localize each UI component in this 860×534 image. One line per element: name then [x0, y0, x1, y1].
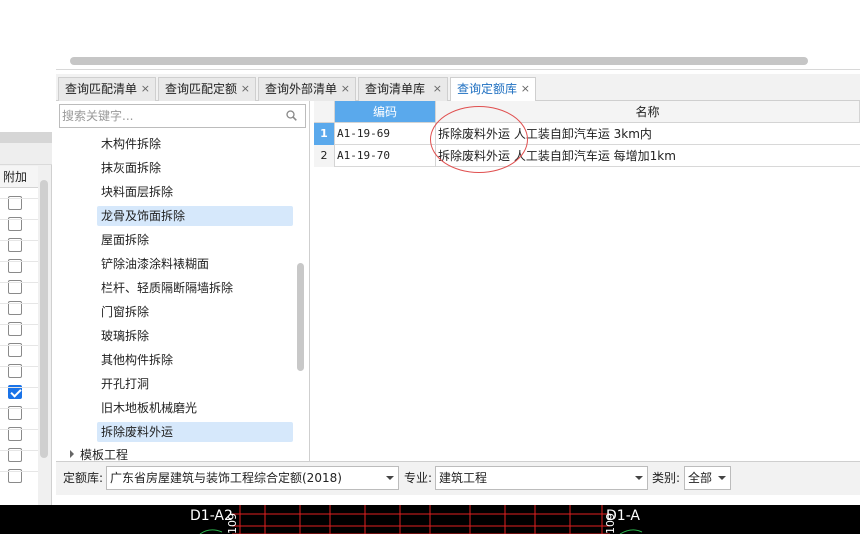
row-divider: [0, 387, 38, 388]
library-select[interactable]: 广东省房屋建筑与装饰工程综合定额(2018): [106, 466, 399, 490]
search-input[interactable]: [62, 107, 280, 125]
row-divider: [0, 408, 38, 409]
cad-green-arc-left: [199, 529, 223, 534]
row-code-cell[interactable]: A1-19-69: [335, 123, 436, 145]
chevron-down-icon: [386, 476, 394, 480]
left-vertical-scrollbar[interactable]: [40, 180, 48, 458]
category-select[interactable]: 全部: [684, 466, 731, 490]
tree-item[interactable]: 屋面拆除: [97, 230, 293, 250]
row-divider: [0, 282, 38, 283]
close-icon[interactable]: ×: [521, 78, 530, 100]
tab-query-matched-bill[interactable]: 查询匹配清单 ×: [58, 77, 156, 101]
close-icon[interactable]: ×: [341, 78, 350, 100]
row-divider: [0, 303, 38, 304]
search-box: [59, 104, 306, 128]
upper-horizontal-scrollbar[interactable]: [70, 57, 808, 65]
table-row[interactable]: 2 A1-19-70 拆除废料外运 人工装自卸汽车运 每增加1km: [314, 145, 860, 167]
left-divider-band: [0, 132, 52, 143]
row-divider: [0, 261, 38, 262]
left-upper-area: [0, 0, 52, 132]
row-divider: [0, 450, 38, 451]
attach-checkbox-column: [0, 188, 38, 505]
close-icon[interactable]: ×: [141, 78, 150, 100]
tab-query-matched-quota[interactable]: 查询匹配定额 ×: [158, 77, 256, 101]
cad-drawing-area[interactable]: D1-A2 D1-A 109 109: [0, 505, 860, 534]
tree-item[interactable]: 旧木地板机械磨光: [97, 398, 293, 418]
row-divider: [0, 429, 38, 430]
cad-green-arc-right: [619, 529, 643, 534]
tab-label: 查询清单库: [365, 82, 426, 96]
search-icon[interactable]: [286, 110, 297, 121]
category-label: 类别:: [652, 471, 681, 485]
specialty-select[interactable]: 建筑工程: [435, 466, 648, 490]
cad-red-grid: [232, 505, 610, 534]
quota-results-grid: 编码 名称 1 A1-19-69 拆除废料外运 人工装自卸汽车运 3km内 2 …: [314, 101, 860, 461]
tab-query-external-bill[interactable]: 查询外部清单 ×: [258, 77, 356, 101]
chevron-down-icon: [635, 476, 643, 480]
library-select-value: 广东省房屋建筑与装饰工程综合定额(2018): [110, 471, 342, 485]
tree-item[interactable]: 拆除废料外运: [97, 422, 293, 442]
close-icon[interactable]: ×: [241, 78, 250, 100]
row-code-cell[interactable]: A1-19-70: [335, 145, 436, 167]
tree-item[interactable]: 门窗拆除: [97, 302, 293, 322]
row-number: 2: [314, 145, 335, 167]
tab-query-quota-library[interactable]: 查询定额库 ×: [450, 77, 536, 102]
tab-label: 查询匹配清单: [65, 82, 138, 96]
specialty-label: 专业:: [404, 471, 433, 485]
library-label: 定额库:: [63, 471, 104, 485]
expand-arrow-icon[interactable]: [70, 450, 74, 458]
specialty-select-value: 建筑工程: [439, 471, 488, 485]
row-divider: [0, 471, 38, 472]
tree-item[interactable]: 抹灰面拆除: [97, 158, 293, 178]
tab-label: 查询定额库: [457, 82, 518, 96]
cad-vertical-label-right: 109: [604, 513, 617, 534]
attach-column-header: 附加: [0, 166, 38, 188]
category-select-value: 全部: [688, 471, 713, 485]
tree-item[interactable]: 开孔打洞: [97, 374, 293, 394]
query-tab-bar: 查询匹配清单 × 查询匹配定额 × 查询外部清单 × 查询清单库 × 查询定额库…: [56, 74, 860, 102]
red-annotation-ellipse: [430, 106, 528, 173]
tree-vertical-scrollbar[interactable]: [297, 263, 304, 371]
cad-vertical-label-left: 109: [226, 513, 239, 534]
cad-drawing: D1-A2 D1-A 109 109: [190, 505, 643, 534]
chevron-down-icon: [718, 476, 726, 480]
row-divider: [0, 324, 38, 325]
grid-corner-header: [314, 101, 335, 123]
tree-item[interactable]: 其他构件拆除: [97, 350, 293, 370]
left-toolbar-band: [0, 143, 52, 165]
row-divider: [0, 345, 38, 346]
row-divider: [0, 366, 38, 367]
tree-item[interactable]: 块料面层拆除: [97, 182, 293, 202]
close-icon[interactable]: ×: [433, 78, 442, 100]
tab-query-bill-library[interactable]: 查询清单库 ×: [358, 77, 448, 101]
tree-item[interactable]: 龙骨及饰面拆除: [97, 206, 293, 226]
tree-item[interactable]: 玻璃拆除: [97, 326, 293, 346]
tab-label: 查询匹配定额: [165, 82, 238, 96]
table-row[interactable]: 1 A1-19-69 拆除废料外运 人工装自卸汽车运 3km内: [314, 123, 860, 145]
tree-node-label: 模板工程: [80, 448, 129, 462]
tab-label: 查询外部清单: [265, 82, 338, 96]
row-divider: [0, 219, 38, 220]
tree-item[interactable]: 铲除油漆涂料裱糊面: [97, 254, 293, 274]
row-divider: [0, 198, 38, 199]
row-number: 1: [314, 123, 335, 145]
row-divider: [0, 240, 38, 241]
column-header-code[interactable]: 编码: [335, 101, 436, 123]
tree-item[interactable]: 木构件拆除: [97, 134, 293, 154]
tree-item[interactable]: 栏杆、轻质隔断隔墙拆除: [97, 278, 293, 298]
